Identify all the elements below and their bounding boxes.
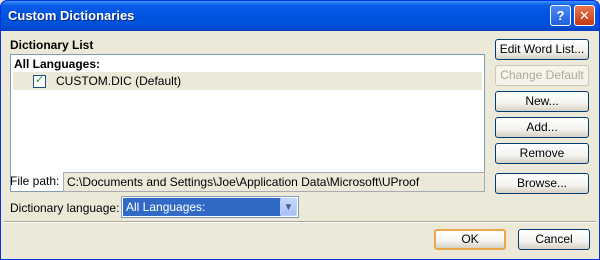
- dialog-title: Custom Dictionaries: [8, 8, 135, 23]
- file-path-field[interactable]: C:\Documents and Settings\Joe\Applicatio…: [63, 172, 485, 192]
- close-button[interactable]: ✕: [574, 5, 595, 26]
- dictionary-name: CUSTOM.DIC (Default): [56, 74, 182, 88]
- ok-button[interactable]: OK: [434, 229, 506, 250]
- cancel-button[interactable]: Cancel: [518, 229, 590, 250]
- file-path-label: File path:: [10, 174, 60, 188]
- edit-word-list-button[interactable]: Edit Word List...: [495, 39, 589, 60]
- add-button[interactable]: Add...: [495, 117, 589, 138]
- help-button[interactable]: ?: [550, 5, 571, 26]
- title-bar[interactable]: Custom Dictionaries ? ✕: [1, 1, 599, 31]
- dictionary-checkbox[interactable]: ✓: [33, 74, 46, 88]
- language-group-header: All Languages:: [14, 57, 101, 71]
- browse-button[interactable]: Browse...: [495, 173, 589, 194]
- new-button[interactable]: New...: [495, 91, 589, 112]
- custom-dictionaries-dialog: Custom Dictionaries ? ✕ Dictionary List …: [0, 0, 600, 260]
- dictionary-language-label: Dictionary language:: [10, 201, 120, 215]
- dictionary-list-label: Dictionary List: [10, 38, 94, 52]
- dictionary-language-select[interactable]: All Languages: ▼: [121, 196, 299, 218]
- divider: [4, 221, 596, 223]
- chevron-down-icon[interactable]: ▼: [280, 198, 297, 216]
- dialog-body: Dictionary List All Languages: ✓ CUSTOM.…: [4, 31, 596, 257]
- checkmark-icon: ✓: [35, 74, 45, 86]
- list-item[interactable]: ✓ CUSTOM.DIC (Default): [13, 72, 482, 90]
- selected-language: All Languages:: [123, 198, 281, 216]
- remove-button[interactable]: Remove: [495, 143, 589, 164]
- change-default-button[interactable]: Change Default: [495, 65, 589, 86]
